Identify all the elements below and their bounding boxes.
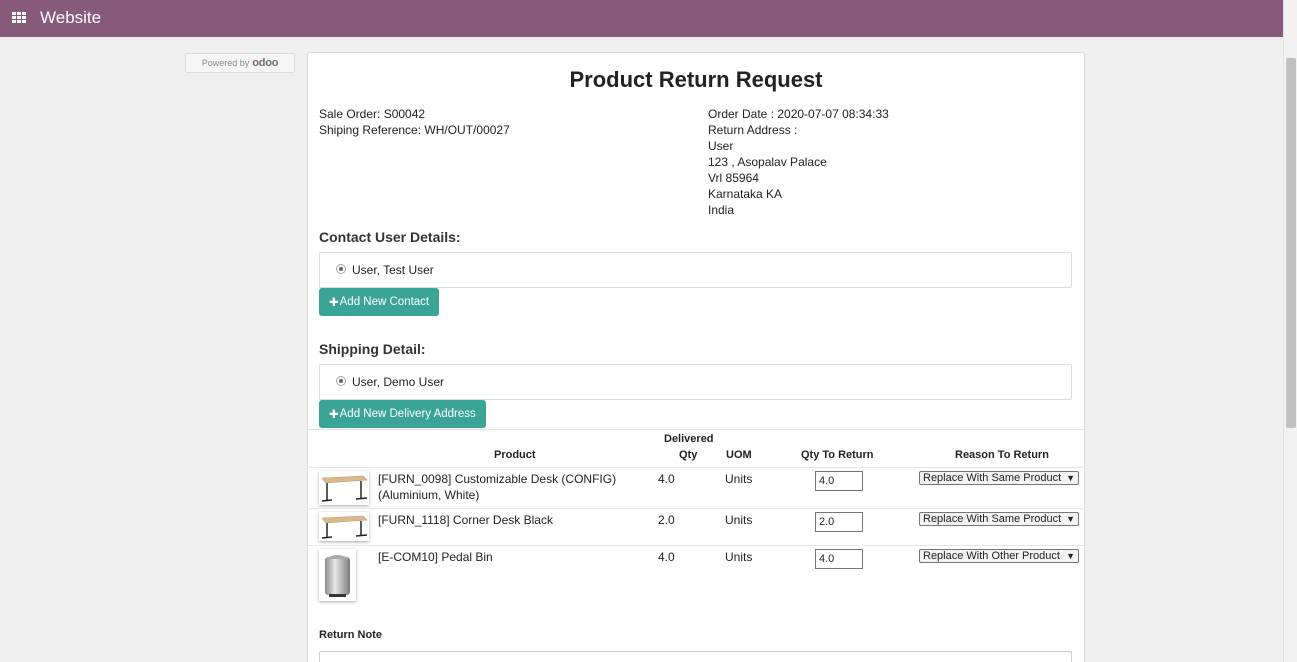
shipping-option-box: User, Demo User <box>319 364 1072 400</box>
table-row-divider <box>308 545 1084 546</box>
qty-to-return-input[interactable]: 4.0 <box>815 549 863 569</box>
plus-icon: ✚ <box>329 297 339 309</box>
contact-heading: Contact User Details: <box>319 229 461 245</box>
address-line: Karnataka KA <box>708 187 783 201</box>
shipping-radio[interactable] <box>336 376 346 386</box>
contact-option-box: User, Test User <box>319 252 1072 288</box>
page-scrollbar[interactable] <box>1283 0 1297 662</box>
return-request-card: Product Return Request Sale Order: S0004… <box>307 52 1085 662</box>
return-address-block: Order Date : 2020-07-07 08:34:33 Return … <box>708 106 889 218</box>
table-row-divider <box>308 467 1084 468</box>
shipping-option-label[interactable]: User, Demo User <box>352 375 444 389</box>
shipping-heading: Shipping Detail: <box>319 341 426 357</box>
add-new-contact-button[interactable]: ✚ Add New Contact <box>319 288 440 316</box>
sale-order: Sale Order: S00042 <box>319 107 426 121</box>
qty-to-return-input[interactable]: 2.0 <box>815 512 863 532</box>
col-header-product: Product <box>494 449 536 461</box>
order-date: Order Date : 2020-07-07 08:34:33 <box>708 107 889 121</box>
reason-select[interactable]: Replace With Other Product ▼ <box>919 549 1079 563</box>
return-address-label: Return Address : <box>708 123 798 137</box>
scrollbar-thumb[interactable] <box>1286 58 1296 428</box>
reason-select[interactable]: Replace With Same Product ▼ <box>919 512 1079 526</box>
col-header-qty-to-return: Qty To Return <box>801 449 874 461</box>
shipping-reference: Shiping Reference: WH/OUT/00027 <box>319 123 510 137</box>
col-header-uom: UOM <box>726 449 752 461</box>
dropdown-arrow-icon: ▼ <box>1066 473 1075 483</box>
uom: Units <box>725 513 753 527</box>
delivered-qty: 4.0 <box>658 550 675 564</box>
reason-select[interactable]: Replace With Same Product ▼ <box>919 471 1079 485</box>
return-note-label: Return Note <box>319 629 382 641</box>
col-header-reason: Reason To Return <box>955 449 1049 461</box>
address-line: User <box>708 139 734 153</box>
contact-option-label[interactable]: User, Test User <box>352 263 434 277</box>
order-info: Sale Order: S00042 Shiping Reference: WH… <box>319 106 510 138</box>
uom: Units <box>725 550 753 564</box>
col-header-delivered: Delivered <box>664 433 714 445</box>
bin-image <box>319 549 356 601</box>
dropdown-arrow-icon: ▼ <box>1066 514 1075 524</box>
powered-by-badge[interactable]: Powered by odoo <box>185 53 295 73</box>
contact-radio[interactable] <box>336 264 346 274</box>
col-header-delivered-qty: Qty <box>679 449 698 461</box>
app-title[interactable]: Website <box>40 8 101 28</box>
top-navbar: Website <box>0 0 1283 37</box>
address-line: Vrl 85964 <box>708 171 759 185</box>
address-line: 123 , Asopalav Palace <box>708 155 827 169</box>
delivered-qty: 4.0 <box>658 472 675 486</box>
apps-menu-icon[interactable] <box>12 12 26 24</box>
uom: Units <box>725 472 753 486</box>
page-title: Product Return Request <box>569 67 823 92</box>
desk-image <box>319 471 369 505</box>
desk-image <box>319 512 369 541</box>
product-name: [E-COM10] Pedal Bin <box>378 550 493 564</box>
product-name: [FURN_0098] Customizable Desk (CONFIG) (… <box>378 472 617 502</box>
plus-icon: ✚ <box>329 409 339 421</box>
powered-by-text: Powered by <box>201 58 250 68</box>
add-new-delivery-address-button[interactable]: ✚ Add New Delivery Address <box>319 400 486 428</box>
address-line: India <box>708 203 735 217</box>
dropdown-arrow-icon: ▼ <box>1066 551 1075 561</box>
delivered-qty: 2.0 <box>658 513 675 527</box>
qty-to-return-input[interactable]: 4.0 <box>815 471 863 491</box>
table-row-divider <box>308 508 1084 509</box>
odoo-logo: odoo <box>252 57 279 69</box>
return-note-textarea[interactable] <box>319 651 1072 662</box>
product-name: [FURN_1118] Corner Desk Black <box>378 513 553 527</box>
table-top-border <box>308 429 1084 430</box>
